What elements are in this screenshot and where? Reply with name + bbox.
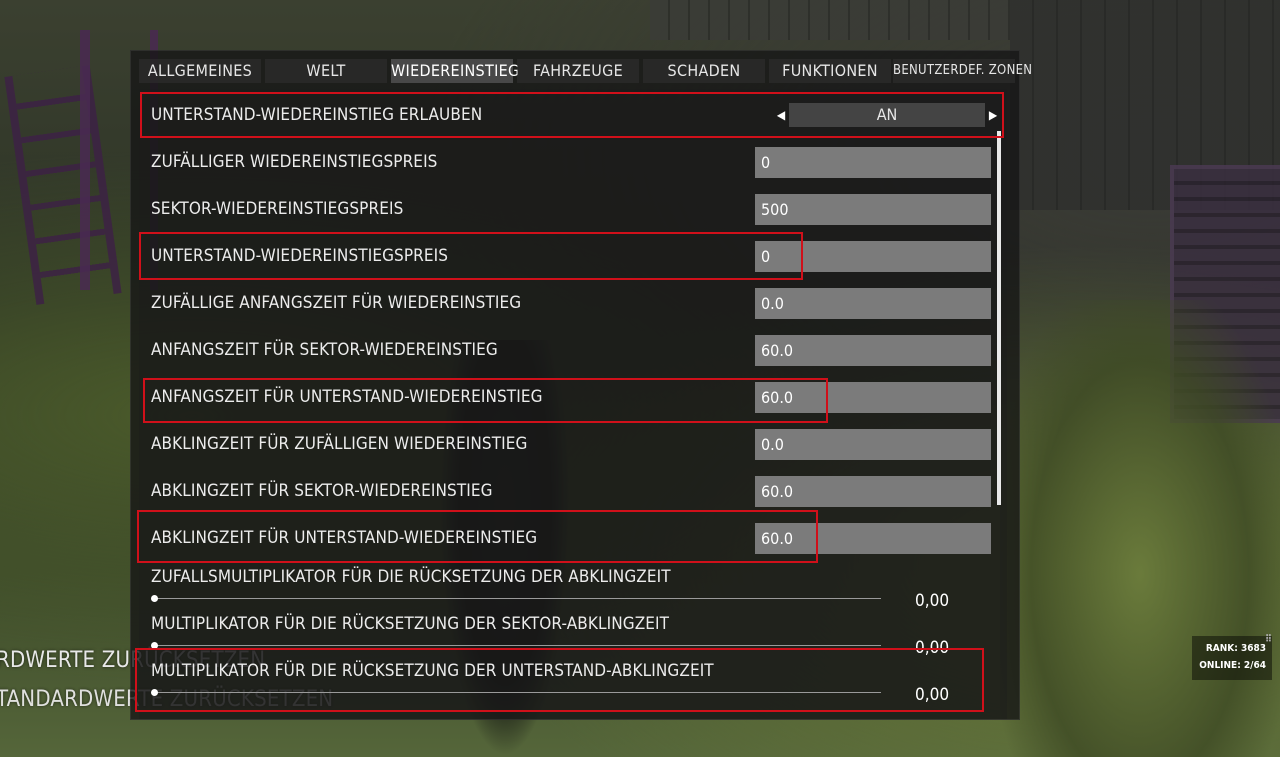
value-input[interactable]: 500 <box>755 194 991 225</box>
settings-list: UNTERSTAND-WIEDEREINSTIEG ERLAUBEN ◀ AN … <box>139 89 1007 719</box>
setting-label: UNTERSTAND-WIEDEREINSTIEG ERLAUBEN <box>151 105 483 125</box>
setting-row-random-respawn-price: ZUFÄLLIGER WIEDEREINSTIEGSPREIS 0 <box>139 139 999 186</box>
tab-fahrzeuge[interactable]: FAHRZEUGE <box>517 59 639 83</box>
tab-funktionen[interactable]: FUNKTIONEN <box>769 59 891 83</box>
setting-row-sector-cooldown: ABKLINGZEIT FÜR SEKTOR-WIEDEREINSTIEG 60… <box>139 468 999 515</box>
value-input[interactable]: 60.0 <box>755 335 991 366</box>
option-value[interactable]: AN <box>789 103 985 127</box>
tab-allgemeines[interactable]: ALLGEMEINES <box>139 59 261 83</box>
tab-wiedereinstieg[interactable]: WIEDEREINSTIEG <box>391 59 519 83</box>
setting-row-shelter-respawn-price: UNTERSTAND-WIEDEREINSTIEGSPREIS 0 <box>139 233 999 280</box>
setting-label: ZUFALLSMULTIPLIKATOR FÜR DIE RÜCKSETZUNG… <box>151 567 671 587</box>
setting-row-sector-respawn-price: SEKTOR-WIEDEREINSTIEGSPREIS 500 <box>139 186 999 233</box>
value-input[interactable]: 60.0 <box>755 476 991 507</box>
value-input[interactable]: 0 <box>755 147 991 178</box>
slider-track[interactable] <box>153 598 881 599</box>
rank-label: RANK: 3683 <box>1205 643 1266 654</box>
setting-label: ZUFÄLLIGER WIEDEREINSTIEGSPREIS <box>151 152 438 172</box>
setting-label: SEKTOR-WIEDEREINSTIEGSPREIS <box>151 199 404 219</box>
slider-track[interactable] <box>153 692 881 693</box>
tab-bar: ALLGEMEINES WELT WIEDEREINSTIEG FAHRZEUG… <box>139 59 1032 83</box>
value-input[interactable]: 60.0 <box>755 523 991 554</box>
setting-row-allow-shelter-respawn: UNTERSTAND-WIEDEREINSTIEG ERLAUBEN ◀ AN … <box>139 92 999 139</box>
online-label: ONLINE: 2/64 <box>1199 660 1266 671</box>
setting-label: UNTERSTAND-WIEDEREINSTIEGSPREIS <box>151 246 449 266</box>
slider-value: 0,00 <box>915 685 950 705</box>
option-selector: ◀ AN ▶ <box>775 103 1003 127</box>
settings-panel: ALLGEMEINES WELT WIEDEREINSTIEG FAHRZEUG… <box>130 50 1032 720</box>
setting-label: ABKLINGZEIT FÜR UNTERSTAND-WIEDEREINSTIE… <box>151 528 538 548</box>
setting-label: ABKLINGZEIT FÜR ZUFÄLLIGEN WIEDEREINSTIE… <box>151 434 528 454</box>
value-input[interactable]: 0.0 <box>755 288 991 319</box>
setting-row-sector-start-time: ANFANGSZEIT FÜR SEKTOR-WIEDEREINSTIEG 60… <box>139 327 999 374</box>
setting-label: ANFANGSZEIT FÜR SEKTOR-WIEDEREINSTIEG <box>151 340 498 360</box>
setting-label: MULTIPLIKATOR FÜR DIE RÜCKSETZUNG DER SE… <box>151 614 670 634</box>
setting-label: ANFANGSZEIT FÜR UNTERSTAND-WIEDEREINSTIE… <box>151 387 543 407</box>
setting-label: ABKLINGZEIT FÜR SEKTOR-WIEDEREINSTIEG <box>151 481 493 501</box>
scrollbar[interactable] <box>997 131 1001 505</box>
value-input[interactable]: 0.0 <box>755 429 991 460</box>
setting-row-random-cooldown: ABKLINGZEIT FÜR ZUFÄLLIGEN WIEDEREINSTIE… <box>139 421 999 468</box>
setting-row-random-cooldown-multiplier: ZUFALLSMULTIPLIKATOR FÜR DIE RÜCKSETZUNG… <box>139 567 999 614</box>
arrow-right-icon[interactable]: ▶ <box>987 103 999 127</box>
tab-welt[interactable]: WELT <box>265 59 387 83</box>
drag-grip-icon: ⠿ <box>1264 634 1272 645</box>
value-input[interactable]: 60.0 <box>755 382 991 413</box>
slider-track[interactable] <box>153 645 881 646</box>
slider-value: 0,00 <box>915 591 950 611</box>
setting-label: MULTIPLIKATOR FÜR DIE RÜCKSETZUNG DER UN… <box>151 661 714 681</box>
slider-handle[interactable] <box>151 642 158 649</box>
background-fence-top <box>650 0 1010 40</box>
setting-row-shelter-start-time: ANFANGSZEIT FÜR UNTERSTAND-WIEDEREINSTIE… <box>139 374 999 421</box>
background-foliage <box>1000 300 1280 757</box>
setting-row-shelter-cooldown-multiplier: MULTIPLIKATOR FÜR DIE RÜCKSETZUNG DER UN… <box>139 661 999 708</box>
slider-value: 0,00 <box>915 638 950 658</box>
setting-row-sector-cooldown-multiplier: MULTIPLIKATOR FÜR DIE RÜCKSETZUNG DER SE… <box>139 614 999 661</box>
setting-label: ZUFÄLLIGE ANFANGSZEIT FÜR WIEDEREINSTIEG <box>151 293 522 313</box>
slider-handle[interactable] <box>151 689 158 696</box>
arrow-left-icon[interactable]: ◀ <box>775 103 787 127</box>
setting-row-shelter-cooldown: ABKLINGZEIT FÜR UNTERSTAND-WIEDEREINSTIE… <box>139 515 999 562</box>
value-input[interactable]: 0 <box>755 241 991 272</box>
tab-benutzerdef-zonen[interactable]: BENUTZERDEF. ZONEN <box>893 59 1032 83</box>
setting-row-random-start-time: ZUFÄLLIGE ANFANGSZEIT FÜR WIEDEREINSTIEG… <box>139 280 999 327</box>
slider-handle[interactable] <box>151 595 158 602</box>
player-stats: ⠿ RANK: 3683 ONLINE: 2/64 <box>1192 634 1272 680</box>
tab-schaden[interactable]: SCHADEN <box>643 59 765 83</box>
